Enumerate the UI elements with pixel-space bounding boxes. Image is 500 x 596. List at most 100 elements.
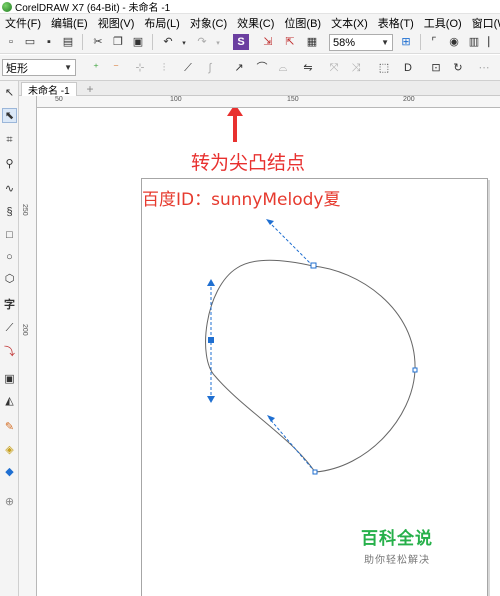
curve-path[interactable]: [205, 259, 416, 473]
corel-connect-icon[interactable]: S: [233, 34, 249, 50]
smart-fill-tool-icon[interactable]: ◆: [2, 464, 17, 479]
add-node-icon[interactable]: ⁺: [88, 60, 104, 76]
menu-object[interactable]: 对象(C): [185, 15, 232, 31]
zoom-level-value: 58%: [333, 36, 356, 49]
node[interactable]: [412, 367, 418, 373]
eyedropper-tool-icon[interactable]: ✎: [2, 419, 17, 434]
title-bar: CorelDRAW X7 (64-Bit) - 未命名 -1: [0, 0, 500, 14]
elastic-mode-icon[interactable]: ⋯: [476, 60, 492, 76]
handle-arrow-icon: [267, 415, 275, 422]
toolbox: ↖ ⬉ ⌗ ⚲ ∿ § □ ○ ⬡ 字 ⟋ ⤵ ▣ ◭ ✎ ◈ ◆ ⊕: [0, 81, 19, 596]
node[interactable]: [310, 262, 317, 269]
make-node-symmetrical-icon[interactable]: ⌓: [275, 60, 291, 76]
shape-tool-icon[interactable]: ⬉: [2, 108, 17, 123]
separator: [82, 34, 83, 50]
show-grid-icon[interactable]: ◉: [446, 34, 462, 50]
callout-arrow-head: [227, 108, 243, 116]
separator: [152, 34, 153, 50]
show-rulers-icon[interactable]: ⌜: [426, 34, 442, 50]
menu-tools[interactable]: 工具(O): [419, 15, 467, 31]
chevron-down-icon: ▼: [381, 38, 389, 47]
convert-to-line-icon[interactable]: ⟋: [180, 60, 196, 76]
ruler-label: 200: [21, 324, 28, 336]
ruler-label: 200: [403, 96, 415, 103]
text-tool-icon[interactable]: 字: [2, 296, 17, 311]
menu-bar: 文件(F) 编辑(E) 视图(V) 布局(L) 对象(C) 效果(C) 位图(B…: [0, 14, 500, 31]
drop-shadow-tool-icon[interactable]: ▣: [2, 371, 17, 386]
open-icon[interactable]: ▭: [22, 34, 38, 50]
import-icon[interactable]: ⇲: [260, 34, 276, 50]
copy-icon[interactable]: ❐: [110, 34, 126, 50]
extend-curve-icon[interactable]: ⤧: [326, 60, 342, 76]
menu-file[interactable]: 文件(F): [0, 15, 46, 31]
vertical-ruler: 250 200: [19, 96, 37, 596]
full-screen-icon[interactable]: ⊞: [398, 34, 414, 50]
join-nodes-icon[interactable]: ⊹: [132, 60, 148, 76]
convert-to-curve-icon[interactable]: ∫: [202, 60, 218, 76]
publish-pdf-icon[interactable]: ▦: [304, 34, 320, 50]
interactive-fill-tool-icon[interactable]: ◈: [2, 442, 17, 457]
polygon-tool-icon[interactable]: ⬡: [2, 271, 17, 286]
reverse-direction-icon[interactable]: ⇋: [300, 60, 316, 76]
menu-table[interactable]: 表格(T): [373, 15, 419, 31]
menu-layout[interactable]: 布局(L): [139, 15, 184, 31]
new-document-icon[interactable]: ▫: [3, 34, 19, 50]
ruler-label: 150: [287, 96, 299, 103]
standard-toolbar: ▫ ▭ ▪ ▤ ✂ ❐ ▣ ↶ ▾ ↷ ▾ S ⇲ ⇱ ▦ 58% ▼ ⊞ ⌜ …: [0, 31, 500, 54]
parallel-dimension-tool-icon[interactable]: ⟋: [2, 321, 17, 336]
cut-icon[interactable]: ✂: [90, 34, 106, 50]
undo-icon[interactable]: ↶: [160, 34, 176, 50]
menu-window[interactable]: 窗口(W): [467, 15, 500, 31]
break-curve-icon[interactable]: ⫶: [156, 60, 172, 76]
transparency-tool-icon[interactable]: ◭: [2, 393, 17, 408]
connector-tool-icon[interactable]: ⤵: [2, 343, 17, 358]
menu-effects[interactable]: 效果(C): [232, 15, 279, 31]
rectangle-tool-icon[interactable]: □: [2, 227, 17, 242]
document-tab-bar: 未命名 -1 +: [19, 81, 500, 97]
zoom-tool-icon[interactable]: ⚲: [2, 156, 17, 171]
undo-dropdown-icon[interactable]: ▾: [176, 35, 192, 51]
shape-type-select[interactable]: 矩形 ▼: [2, 59, 76, 76]
stretch-scale-nodes-icon[interactable]: ⬚: [376, 60, 392, 76]
paste-icon[interactable]: ▣: [130, 34, 146, 50]
extract-subpath-icon[interactable]: ⤨: [348, 60, 364, 76]
menu-view[interactable]: 视图(V): [93, 15, 140, 31]
callout-arrow: [227, 108, 243, 142]
menu-edit[interactable]: 编辑(E): [46, 15, 93, 31]
make-node-cusp-icon[interactable]: ↗: [231, 60, 247, 76]
separator: [420, 34, 421, 50]
node-control-handles: [207, 219, 316, 473]
redo-icon[interactable]: ↷: [194, 34, 210, 50]
redo-dropdown-icon[interactable]: ▾: [210, 35, 226, 51]
print-icon[interactable]: ▤: [60, 34, 76, 50]
zoom-level-select[interactable]: 58% ▼: [329, 34, 393, 51]
handle-arrow-icon: [207, 279, 215, 286]
ruler-label: 250: [21, 204, 28, 216]
freehand-tool-icon[interactable]: ∿: [2, 181, 17, 196]
menu-bitmaps[interactable]: 位图(B): [279, 15, 326, 31]
selected-node[interactable]: [208, 337, 214, 343]
add-tool-icon[interactable]: ⊕: [2, 494, 17, 509]
make-node-smooth-icon[interactable]: ⌒: [254, 60, 270, 76]
add-tab-button[interactable]: +: [83, 82, 97, 96]
handle-line: [267, 220, 314, 267]
reflect-nodes-icon[interactable]: D: [400, 60, 416, 76]
delete-node-icon[interactable]: ⁻: [108, 60, 124, 76]
ellipse-tool-icon[interactable]: ○: [2, 249, 17, 264]
menu-text[interactable]: 文本(X): [326, 15, 373, 31]
snap-to-icon[interactable]: ⎸: [486, 34, 500, 50]
drawing-canvas[interactable]: 百度ID：sunnyMelody夏 百科全说 助你轻松解决 转为尖凸结点: [37, 108, 500, 596]
handle-arrow-icon: [207, 396, 215, 403]
pick-tool-icon[interactable]: ↖: [2, 85, 17, 100]
save-icon[interactable]: ▪: [41, 34, 57, 50]
node[interactable]: [312, 469, 318, 475]
document-tab-label: 未命名 -1: [28, 86, 70, 97]
close-curve-icon[interactable]: ↻: [450, 60, 466, 76]
artistic-media-tool-icon[interactable]: §: [2, 204, 17, 219]
document-tab[interactable]: 未命名 -1: [21, 82, 77, 97]
show-guidelines-icon[interactable]: ▥: [466, 34, 482, 50]
export-icon[interactable]: ⇱: [282, 34, 298, 50]
crop-tool-icon[interactable]: ⌗: [2, 133, 17, 148]
window-title: CorelDRAW X7 (64-Bit) - 未命名 -1: [15, 3, 171, 14]
align-nodes-icon[interactable]: ⊡: [428, 60, 444, 76]
